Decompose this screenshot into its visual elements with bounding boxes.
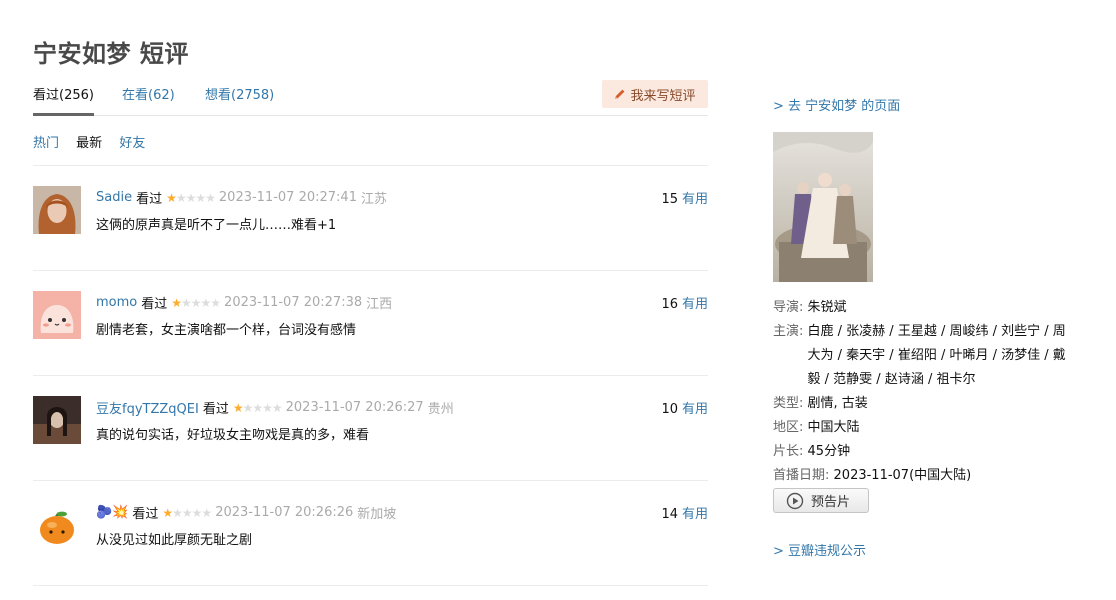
comment-votes: 14 有用 — [661, 503, 708, 522]
comment-meta: 🫐💥 看过 ★ ★★★★ 2023-11-07 20:26:26 新加坡 — [96, 503, 396, 522]
comment-status: 看过 — [132, 507, 159, 522]
page-title: 宁安如梦 短评 — [33, 40, 189, 68]
info-value: 朱锐斌 — [807, 300, 847, 315]
comment-votes: 16 有用 — [661, 293, 708, 312]
rating-stars: ★ ★★★★ — [171, 295, 221, 310]
rating-stars: ★ ★★★★ — [232, 400, 283, 415]
useful-button[interactable]: 有用 — [682, 507, 708, 522]
star-icon: ★ — [232, 400, 244, 415]
useful-button[interactable]: 有用 — [682, 402, 708, 417]
info-label: 首播日期: — [773, 468, 830, 483]
sort-friends[interactable]: 好友 — [119, 136, 145, 151]
star-icon: ★ — [166, 190, 177, 205]
comment-item: momo 看过 ★ ★★★★ 2023-11-07 20:27:38 江西 剧情老… — [33, 271, 708, 376]
vote-count: 15 — [661, 192, 678, 207]
info-cast: 主演: 白鹿 / 张凌赫 / 王星越 / 周峻纬 / 刘些宁 / 周大为 / 秦… — [773, 320, 1073, 392]
write-review-button[interactable]: 我来写短评 — [602, 80, 708, 108]
play-icon — [786, 492, 804, 509]
comment-list: Sadie 看过 ★ ★★★★ 2023-11-07 20:27:41 江苏 这俩… — [33, 165, 708, 586]
sort-hot[interactable]: 热门 — [33, 136, 59, 151]
comment-item: Sadie 看过 ★ ★★★★ 2023-11-07 20:27:41 江苏 这俩… — [33, 166, 708, 271]
info-premiere: 首播日期: 2023-11-07(中国大陆) — [773, 464, 1073, 488]
info-runtime: 片长: 45分钟 — [773, 440, 1073, 464]
subject-info: 导演: 朱锐斌 主演: 白鹿 / 张凌赫 / 王星越 / 周峻纬 / 刘些宁 /… — [773, 296, 1073, 488]
info-value: 白鹿 / 张凌赫 / 王星越 / 周峻纬 / 刘些宁 / 周大为 / 秦天宇 /… — [807, 324, 1066, 387]
comment-meta: momo 看过 ★ ★★★★ 2023-11-07 20:27:38 江西 — [96, 293, 392, 312]
comment-user[interactable]: 豆友fqyTZZqQEI — [96, 398, 199, 417]
rating-stars: ★ ★★★★ — [166, 190, 216, 205]
info-genre: 类型: 剧情, 古装 — [773, 392, 1073, 416]
comment-status: 看过 — [141, 297, 168, 312]
comment-content: 这俩的原声真是听不了一点儿……难看+1 — [96, 218, 337, 233]
vote-count: 16 — [661, 297, 678, 312]
sort-options: 热门 最新 好友 — [33, 132, 158, 151]
comment-location: 贵州 — [427, 402, 454, 417]
info-value: 剧情, 古装 — [807, 396, 868, 411]
write-review-label: 我来写短评 — [630, 88, 696, 104]
vote-count: 10 — [661, 402, 678, 417]
comment-time: 2023-11-07 20:26:26 — [215, 505, 354, 520]
comment-user[interactable]: 🫐💥 — [96, 505, 128, 520]
comment-content: 从没见过如此厚颜无耻之剧 — [96, 533, 253, 548]
info-label: 主演: — [773, 324, 804, 339]
info-value: 2023-11-07(中国大陆) — [833, 468, 972, 483]
sort-latest[interactable]: 最新 — [76, 136, 102, 151]
comment-content: 剧情老套，女主演啥都一个样，台词没有感情 — [96, 323, 357, 338]
info-value: 中国大陆 — [807, 420, 860, 435]
useful-button[interactable]: 有用 — [682, 297, 708, 312]
avatar[interactable] — [33, 396, 81, 444]
avatar[interactable] — [33, 501, 81, 549]
comment-location: 江苏 — [360, 192, 387, 207]
comment-votes: 10 有用 — [661, 398, 708, 417]
tab-want-to-watch[interactable]: 想看(2758) — [205, 84, 274, 116]
comment-location: 新加坡 — [357, 507, 397, 522]
comment-time: 2023-11-07 20:26:27 — [285, 400, 424, 415]
comment-time: 2023-11-07 20:27:38 — [224, 295, 363, 310]
avatar[interactable] — [33, 186, 81, 234]
comment-user[interactable]: momo — [96, 295, 137, 310]
useful-button[interactable]: 有用 — [682, 192, 708, 207]
comment-status: 看过 — [136, 192, 163, 207]
info-region: 地区: 中国大陆 — [773, 416, 1073, 440]
vote-count: 14 — [661, 507, 678, 522]
avatar[interactable] — [33, 291, 81, 339]
rating-stars: ★ ★★★★ — [162, 505, 212, 520]
star-icon: ★ — [171, 295, 182, 310]
comment-meta: 豆友fqyTZZqQEI 看过 ★ ★★★★ 2023-11-07 20:26:2… — [96, 398, 454, 417]
status-tabs: 看过(256) 在看(62) 想看(2758) 我来写短评 — [33, 78, 708, 116]
tab-watched[interactable]: 看过(256) — [33, 84, 94, 116]
comment-votes: 15 有用 — [661, 188, 708, 207]
info-value: 45分钟 — [807, 444, 851, 459]
info-label: 地区: — [773, 420, 804, 435]
info-director: 导演: 朱锐斌 — [773, 296, 1073, 320]
poster-image[interactable] — [773, 132, 873, 282]
comment-content: 真的说句实话，好垃圾女主吻戏是真的多，难看 — [96, 428, 370, 443]
comment-item: 🫐💥 看过 ★ ★★★★ 2023-11-07 20:26:26 新加坡 从没见过… — [33, 481, 708, 586]
comment-status: 看过 — [202, 402, 229, 417]
star-icon: ★★★★ — [242, 400, 283, 415]
violation-notice-link[interactable]: > 豆瓣违规公示 — [773, 540, 866, 559]
star-icon: ★★★★ — [172, 505, 212, 520]
comment-location: 江西 — [366, 297, 393, 312]
back-to-subject-link[interactable]: > 去 宁安如梦 的页面 — [773, 95, 900, 114]
pencil-icon — [615, 89, 625, 99]
comment-user[interactable]: Sadie — [96, 190, 132, 205]
trailer-label: 预告片 — [811, 495, 851, 510]
star-icon: ★★★★ — [181, 295, 221, 310]
info-label: 片长: — [773, 444, 804, 459]
comment-item: 豆友fqyTZZqQEI 看过 ★ ★★★★ 2023-11-07 20:26:2… — [33, 376, 708, 481]
comment-time: 2023-11-07 20:27:41 — [218, 190, 357, 205]
comment-meta: Sadie 看过 ★ ★★★★ 2023-11-07 20:27:41 江苏 — [96, 188, 387, 207]
star-icon: ★ — [162, 505, 173, 520]
tab-watching[interactable]: 在看(62) — [122, 84, 175, 116]
star-icon: ★★★★ — [175, 190, 216, 205]
info-label: 类型: — [773, 396, 804, 411]
trailer-button[interactable]: 预告片 — [773, 488, 869, 513]
info-label: 导演: — [773, 300, 804, 315]
